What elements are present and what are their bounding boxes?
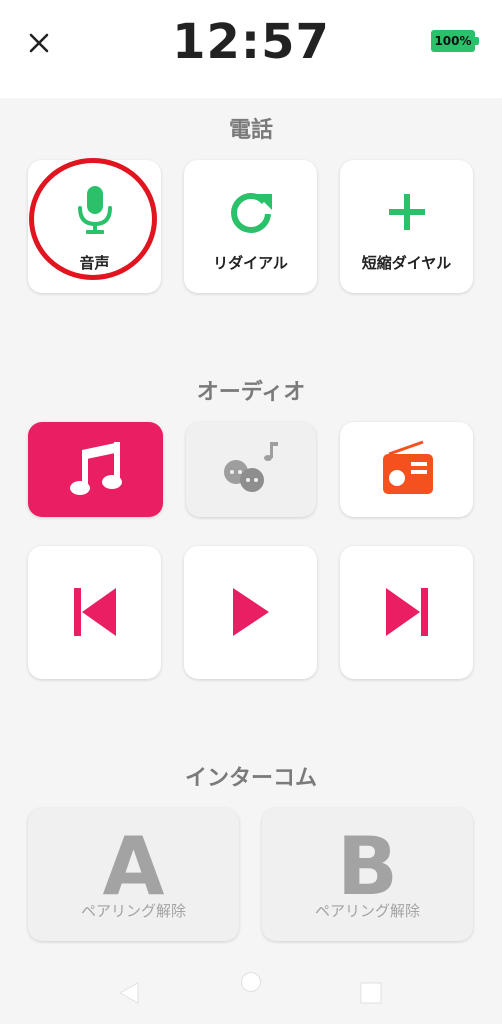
play-button[interactable]	[184, 546, 317, 679]
clock: 12:57	[172, 14, 330, 70]
audio-section-title: オーディオ	[196, 380, 306, 405]
skip-next-icon	[385, 588, 428, 636]
refresh-icon	[230, 193, 272, 233]
play-icon	[232, 588, 269, 636]
redial-button[interactable]: リダイアル	[184, 160, 317, 293]
fm-radio-button[interactable]	[340, 422, 473, 517]
next-track-button[interactable]	[340, 546, 473, 679]
intercom-b-unpair-label: ペアリング解除	[314, 902, 420, 920]
home-icon[interactable]	[240, 971, 262, 993]
music-sharing-icon	[224, 442, 278, 492]
intercom-a-button[interactable]: A ペアリング解除	[28, 808, 239, 941]
music-note-icon	[69, 442, 122, 495]
redial-label: リダイアル	[213, 254, 288, 272]
speed-dial-label: 短縮ダイヤル	[361, 254, 452, 272]
speed-dial-button[interactable]: 短縮ダイヤル	[340, 160, 473, 293]
radio-icon	[382, 440, 433, 494]
back-icon[interactable]	[118, 982, 140, 1004]
previous-track-button[interactable]	[28, 546, 161, 679]
music-button[interactable]	[28, 422, 163, 517]
battery-indicator: 100%	[431, 30, 479, 52]
system-navigation-bar	[0, 960, 502, 1024]
skip-previous-icon	[73, 588, 116, 636]
intercom-section-title: インターコム	[184, 766, 317, 791]
intercom-b-button[interactable]: B ペアリング解除	[262, 808, 473, 941]
plus-icon	[388, 194, 425, 230]
recents-icon[interactable]	[360, 982, 382, 1004]
music-sharing-button[interactable]	[186, 422, 316, 517]
top-bar: 12:57 100%	[0, 0, 502, 98]
intercom-a-unpair-label: ペアリング解除	[80, 902, 186, 920]
phone-section-title: 電話	[228, 118, 273, 143]
highlight-circle	[29, 158, 157, 280]
